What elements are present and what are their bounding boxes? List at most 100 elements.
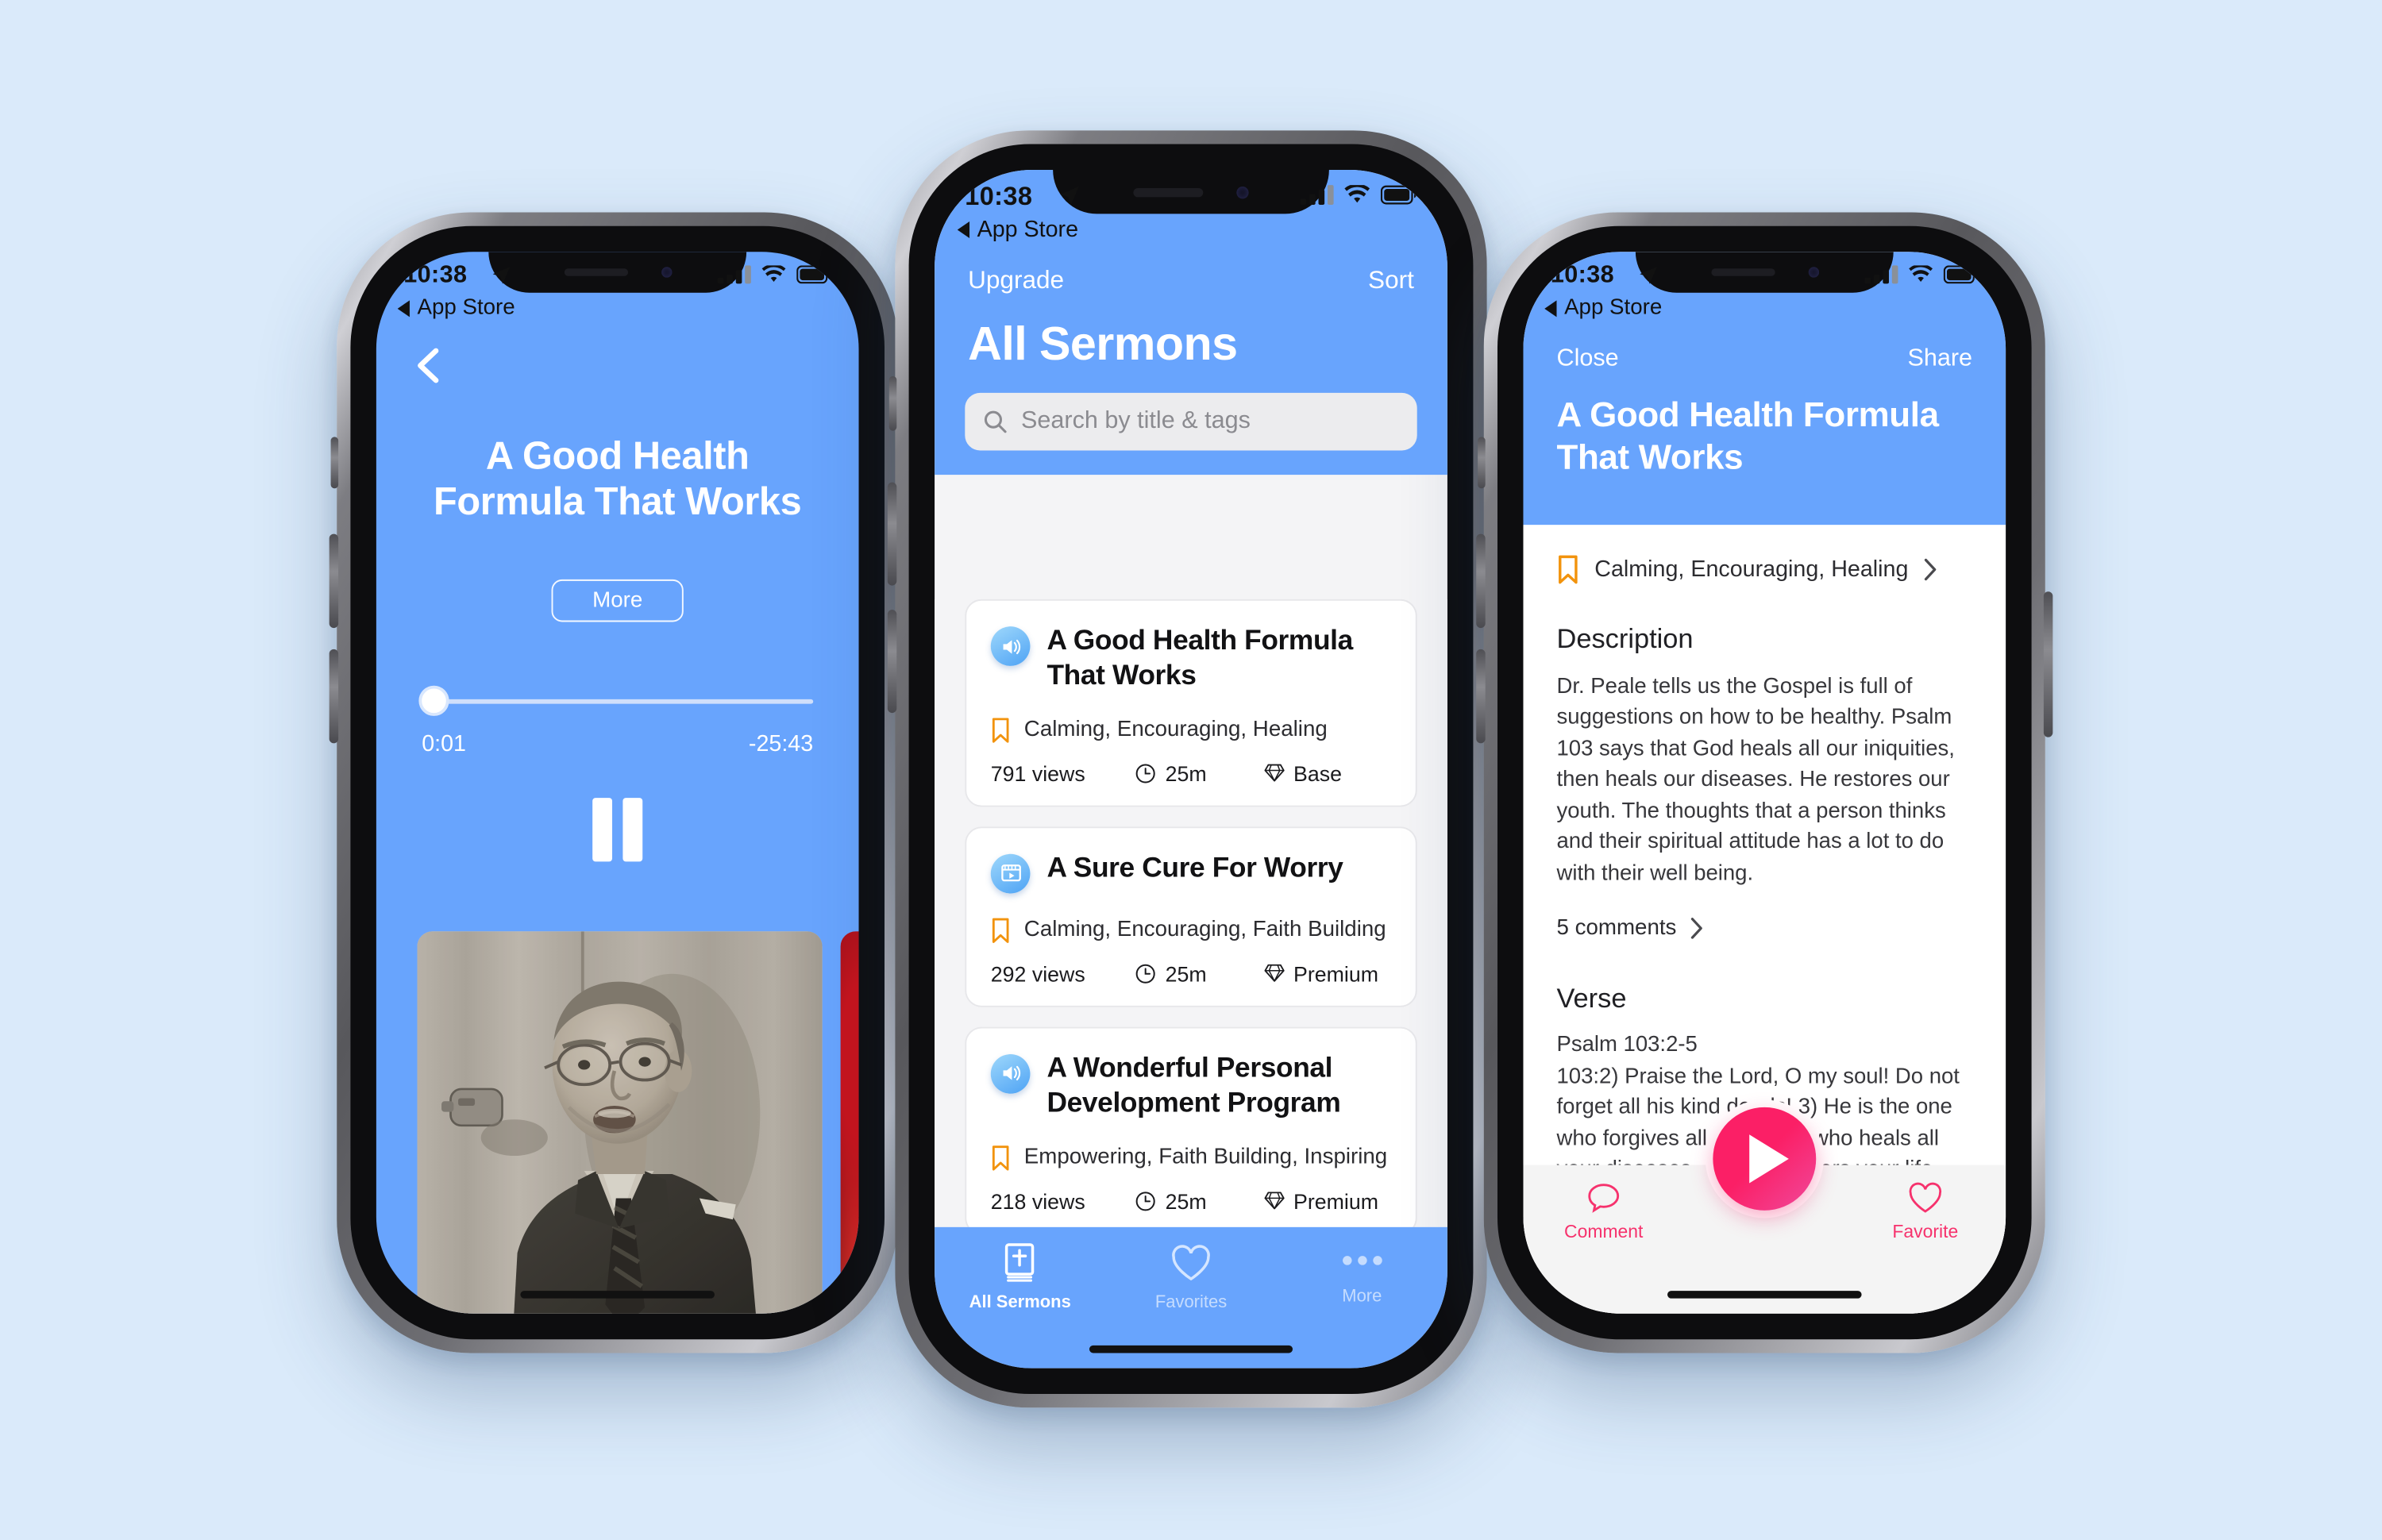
chevron-left-icon (418, 348, 439, 383)
phone-sermon-list: 10:38 App Store Upgrade Sort All Sermons… (887, 130, 1495, 1408)
more-button[interactable]: More (551, 579, 684, 622)
close-button[interactable]: Close (1557, 346, 1619, 373)
sermon-tier: Premium (1293, 1188, 1379, 1214)
playback-times: 0:01 -25:43 (422, 731, 813, 757)
play-icon (1713, 1107, 1817, 1211)
heart-icon (1172, 1245, 1210, 1281)
status-indicators (1864, 265, 1978, 284)
volume-up-button[interactable] (1476, 533, 1486, 629)
status-indicators (1300, 185, 1417, 205)
search-placeholder: Search by title & tags (1020, 408, 1251, 434)
photo-gallery[interactable] (376, 931, 859, 1314)
mute-switch[interactable] (888, 375, 897, 431)
sermon-list[interactable]: A Good Health Formula That Works Calming… (935, 599, 1447, 1227)
status-time: 10:38 (1550, 262, 1614, 289)
status-back-to-app-store[interactable]: App Store (397, 295, 515, 321)
battery-icon (1380, 185, 1416, 205)
cellular-bars-icon (1300, 185, 1334, 205)
mute-switch[interactable] (1478, 437, 1486, 489)
status-time: 10:38 (965, 182, 1033, 211)
power-button[interactable] (2043, 591, 2053, 737)
status-back-to-app-store[interactable]: App Store (1544, 296, 1662, 320)
elapsed-time: 0:01 (422, 731, 467, 757)
verse-reference: Psalm 103:2-5 (1556, 1033, 1698, 1058)
card-tags: Empowering, Faith Building, Inspiring (991, 1145, 1391, 1171)
volume-down-button[interactable] (887, 610, 897, 714)
back-button[interactable] (410, 346, 449, 386)
search-input[interactable]: Search by title & tags (965, 392, 1417, 451)
card-meta: 218 views 25m Premium (991, 1189, 1391, 1214)
status-back-label: App Store (977, 217, 1079, 243)
table-row[interactable]: A Good Health Formula That Works Calming… (965, 599, 1417, 807)
upgrade-button[interactable]: Upgrade (968, 267, 1064, 295)
phone-player: 10:38 App Store A Good Health Formula Th… (329, 212, 906, 1353)
sermon-duration: 25m (1165, 961, 1207, 986)
clock-icon (1135, 764, 1155, 783)
battery-icon (796, 265, 831, 284)
status-back-label: App Store (417, 295, 515, 321)
verse-heading: Verse (1556, 983, 1627, 1014)
share-button[interactable]: Share (1907, 346, 1972, 373)
triangle-left-icon (1544, 299, 1557, 317)
status-back-to-app-store[interactable]: App Store (957, 217, 1079, 243)
table-row[interactable]: A Sure Cure For Worry Calming, Encouragi… (965, 826, 1417, 1007)
comments-link[interactable]: 5 comments (1557, 916, 1973, 941)
card-top: A Good Health Formula That Works (990, 623, 1391, 693)
status-bar: 10:38 App Store (935, 170, 1447, 261)
mute-switch[interactable] (330, 437, 339, 489)
tab-all-sermons[interactable]: All Sermons (935, 1242, 1105, 1369)
sermon-duration-group: 25m (1135, 761, 1262, 786)
phone-bezel: 10:38 App Store Close Share A Good Healt… (1497, 225, 2032, 1340)
sermon-tier-group: Premium (1263, 961, 1391, 986)
volume-up-button[interactable] (887, 482, 897, 586)
volume-down-button[interactable] (1476, 649, 1486, 744)
cellular-bars-icon (717, 265, 751, 284)
sermon-views: 791 views (990, 760, 1085, 786)
volume-up-button[interactable] (329, 533, 339, 629)
video-clapper-icon (990, 853, 1031, 894)
home-indicator[interactable] (520, 1291, 715, 1299)
detail-title: A Good Health Formula That Works (1556, 394, 1940, 476)
scrubber-knob[interactable] (418, 685, 449, 716)
play-button[interactable] (1705, 1099, 1824, 1219)
volume-down-button[interactable] (329, 649, 339, 744)
home-indicator[interactable] (1089, 1345, 1293, 1353)
pause-icon-bar-left (592, 798, 613, 862)
audio-speaker-icon (990, 626, 1031, 666)
phone-bezel: 10:38 App Store A Good Health Formula Th… (350, 225, 885, 1340)
home-indicator[interactable] (1667, 1291, 1862, 1299)
card-tags: Calming, Encouraging, Healing (991, 718, 1391, 743)
detail-tags-row[interactable]: Calming, Encouraging, Healing (1557, 525, 1973, 593)
phone-screen: 10:38 App Store Close Share A Good Healt… (1523, 252, 2006, 1314)
sermon-tags: Calming, Encouraging, Healing (1023, 718, 1328, 743)
playback-scrubber[interactable] (418, 685, 814, 716)
diamond-gem-icon (1263, 764, 1284, 783)
diamond-gem-icon (1263, 1192, 1284, 1210)
favorite-button[interactable]: Favorite (1845, 1165, 2006, 1259)
phone-screen: 10:38 App Store Upgrade Sort All Sermons… (935, 170, 1447, 1369)
sermon-tier: Base (1293, 760, 1342, 786)
comment-bubble-icon (1588, 1184, 1620, 1213)
scrubber-track (422, 699, 814, 704)
card-meta: 292 views 25m Premium (991, 961, 1391, 986)
card-tags: Calming, Encouraging, Faith Building (991, 918, 1391, 943)
description-heading: Description (1556, 623, 1694, 654)
location-arrow-icon (1059, 185, 1081, 214)
sort-button[interactable]: Sort (1368, 267, 1414, 295)
remaining-time: -25:43 (748, 731, 814, 757)
battery-icon (1943, 265, 1978, 284)
tab-more[interactable]: More (1277, 1242, 1447, 1369)
triangle-left-icon (397, 299, 410, 317)
comment-button[interactable]: Comment (1523, 1165, 1684, 1259)
table-row[interactable]: A Wonderful Personal Development Program… (965, 1026, 1417, 1227)
card-meta: 791 views 25m Base (991, 761, 1391, 786)
sermon-photo[interactable] (417, 931, 823, 1314)
tab-label: More (1342, 1288, 1382, 1307)
search-icon (984, 410, 1007, 433)
next-photo-thumbnail[interactable] (840, 931, 859, 1314)
action-label: Favorite (1892, 1221, 1959, 1242)
pause-button[interactable] (592, 798, 643, 862)
phone-bezel: 10:38 App Store Upgrade Sort All Sermons… (908, 144, 1474, 1395)
card-top: A Sure Cure For Worry (990, 851, 1391, 894)
detail-nav-row: Close Share (1523, 346, 2006, 373)
